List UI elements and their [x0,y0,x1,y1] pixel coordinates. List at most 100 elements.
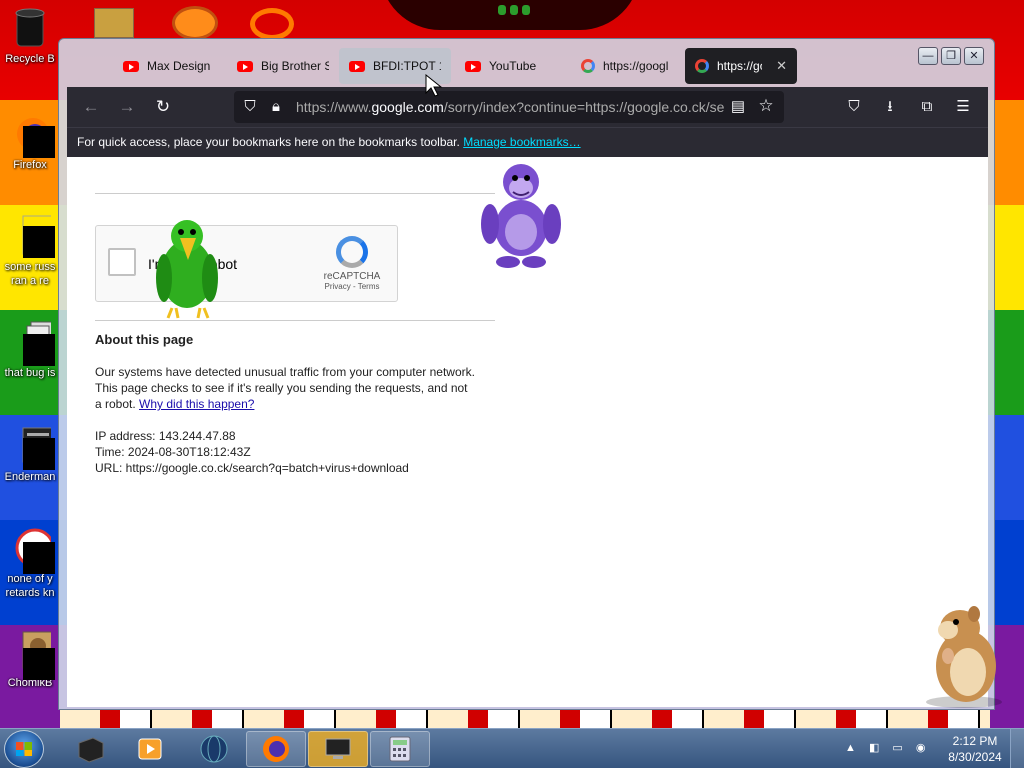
reload-button[interactable]: ↻ [153,97,173,117]
google-icon [581,59,595,73]
youtube-icon [237,60,253,72]
network-icon[interactable]: ▭ [892,742,902,754]
desktop-icon-label: Firefox [13,159,47,171]
terms-link[interactable]: Terms [358,282,380,291]
file-icon [9,630,55,680]
bonzi-buddy-gorilla[interactable] [480,158,562,270]
divider [95,193,495,194]
desktop-icon-file-2[interactable]: that bug is [0,320,60,380]
downloads-icon[interactable]: ⭳ [880,97,900,117]
taskbar-app-cube[interactable] [60,731,120,767]
about-heading: About this page [95,332,194,347]
youtube-icon [123,60,139,72]
cube-app-icon [78,737,104,763]
file-icon [9,526,55,574]
taskbar-app-globe[interactable] [184,731,244,767]
windows-logo-icon [16,742,32,756]
reader-view-icon[interactable]: ▤ [728,97,748,117]
forward-button[interactable]: → [117,97,137,117]
taskbar-app-calculator[interactable] [370,731,430,767]
wallpaper-top-shape [380,0,640,30]
url-text[interactable]: https://www.google.com/sorry/index?conti… [296,99,726,115]
shield-icon[interactable]: ⛉ [240,97,260,117]
tab-max-design[interactable]: Max Design P [113,48,223,84]
tab-google-1[interactable]: https://googl [571,48,683,84]
google-icon [695,59,709,73]
close-button[interactable]: ✕ [964,47,984,65]
tab-big-brother[interactable]: Big Brother S [227,48,339,84]
menu-icon[interactable]: ☰ [953,97,973,117]
tab-google-active[interactable]: https://go ✕ [685,48,797,84]
monitor-icon [325,738,351,759]
clock[interactable]: 2:12 PM 8/30/2024 [940,733,1010,765]
tab-close-icon[interactable]: ✕ [776,58,787,74]
file-icon [9,320,55,366]
bookmarks-toolbar: For quick access, place your bookmarks h… [67,127,988,157]
timestamp: Time: 2024-08-30T18:12:43Z [95,445,251,459]
request-url: URL: https://google.co.ck/search?q=batch… [95,461,409,475]
desktop-icon-file-3[interactable]: Enderman [0,424,60,484]
back-button[interactable]: ← [81,97,101,117]
firefox-icon [9,112,55,158]
taskbar-app-explorer[interactable] [308,731,368,767]
about-text: Our systems have detected unusual traffi… [95,365,475,411]
tab-title: https://go [717,59,763,73]
browser-window: Max Design P Big Brother S BFDI:TPOT 11 … [58,38,995,710]
green-parrot-character[interactable] [150,216,225,320]
recaptcha-logo: reCAPTCHA Privacy - Terms [317,236,387,291]
youtube-icon [349,60,365,72]
maximize-button[interactable]: ❐ [941,47,961,65]
desktop-icon-firefox[interactable]: Firefox [0,112,60,172]
tab-youtube[interactable]: YouTube [455,48,565,84]
manage-bookmarks-link[interactable]: Manage bookmarks… [463,135,580,149]
file-icon: e [9,214,63,258]
taskbar-app-media[interactable] [120,731,180,767]
address-bar[interactable]: ⛉ 🔒︎ https://www.google.com/sorry/index?… [234,91,784,123]
desktop-icon-file-4[interactable]: none of y retards kn [0,526,60,600]
desktop-icon-label: none of y retards kn [5,573,55,599]
privacy-link[interactable]: Privacy [325,282,351,291]
security-icon[interactable]: ◧ [869,742,879,754]
app-icon [172,6,218,40]
recaptcha-brand: reCAPTCHA [323,271,381,282]
request-info: IP address: 143.244.47.88 Time: 2024-08-… [95,428,409,476]
recaptcha-widget: I'm not a robot reCAPTCHA Privacy - Term… [95,225,398,302]
folder-icon [94,8,134,38]
desktop-icon-label: some russ ran a re [4,261,56,287]
why-link[interactable]: Why did this happen? [139,397,254,411]
pocket-icon[interactable]: ⛉ [844,97,864,117]
navigation-toolbar: ← → ↻ ⛉ 🔒︎ https://www.google.com/sorry/… [67,87,988,127]
show-hidden-icons-icon[interactable]: ▲ [845,742,856,754]
desktop-icon-label: Enderman [4,471,56,483]
recaptcha-links: Privacy - Terms [324,282,380,291]
system-tray: ▲ ◧ ▭ ◉ [845,741,926,754]
tab-title: BFDI:TPOT 11 [373,59,441,73]
minimize-button[interactable]: — [918,47,938,65]
tab-title: YouTube [489,59,537,73]
hamster-character[interactable] [918,604,1006,710]
taskbar-app-firefox[interactable] [246,731,306,767]
desktop-icon-file-1[interactable]: e some russ ran a re [0,214,63,288]
extensions-icon[interactable]: ⧉ [917,97,937,117]
show-desktop-button[interactable] [1010,729,1024,768]
clock-date: 8/30/2024 [948,750,1002,764]
globe-icon [200,735,228,763]
lock-icon[interactable]: 🔒︎ [266,97,286,117]
desktop-icon-file-5[interactable]: ChomikB [0,630,60,690]
tab-title: https://googl [603,59,669,73]
calculator-icon [389,736,411,762]
bookmark-star-icon[interactable]: ☆ [756,96,776,116]
desktop-icon-label: that bug is [4,367,56,379]
media-player-icon [138,738,162,760]
tab-bar: Max Design P Big Brother S BFDI:TPOT 11 … [67,45,917,87]
desktop-icon-recycle-bin[interactable]: Recycle B [0,6,60,66]
volume-icon[interactable]: ◉ [916,742,926,754]
taskbar: ▲ ◧ ▭ ◉ 2:12 PM 8/30/2024 [0,728,1024,768]
ip-address: IP address: 143.244.47.88 [95,429,236,443]
recaptcha-checkbox[interactable] [108,248,136,276]
youtube-icon [465,60,481,72]
start-button[interactable] [4,730,44,768]
mouse-cursor-icon [425,74,443,97]
tab-title: Big Brother S [261,59,329,73]
firefox-icon [263,736,289,762]
